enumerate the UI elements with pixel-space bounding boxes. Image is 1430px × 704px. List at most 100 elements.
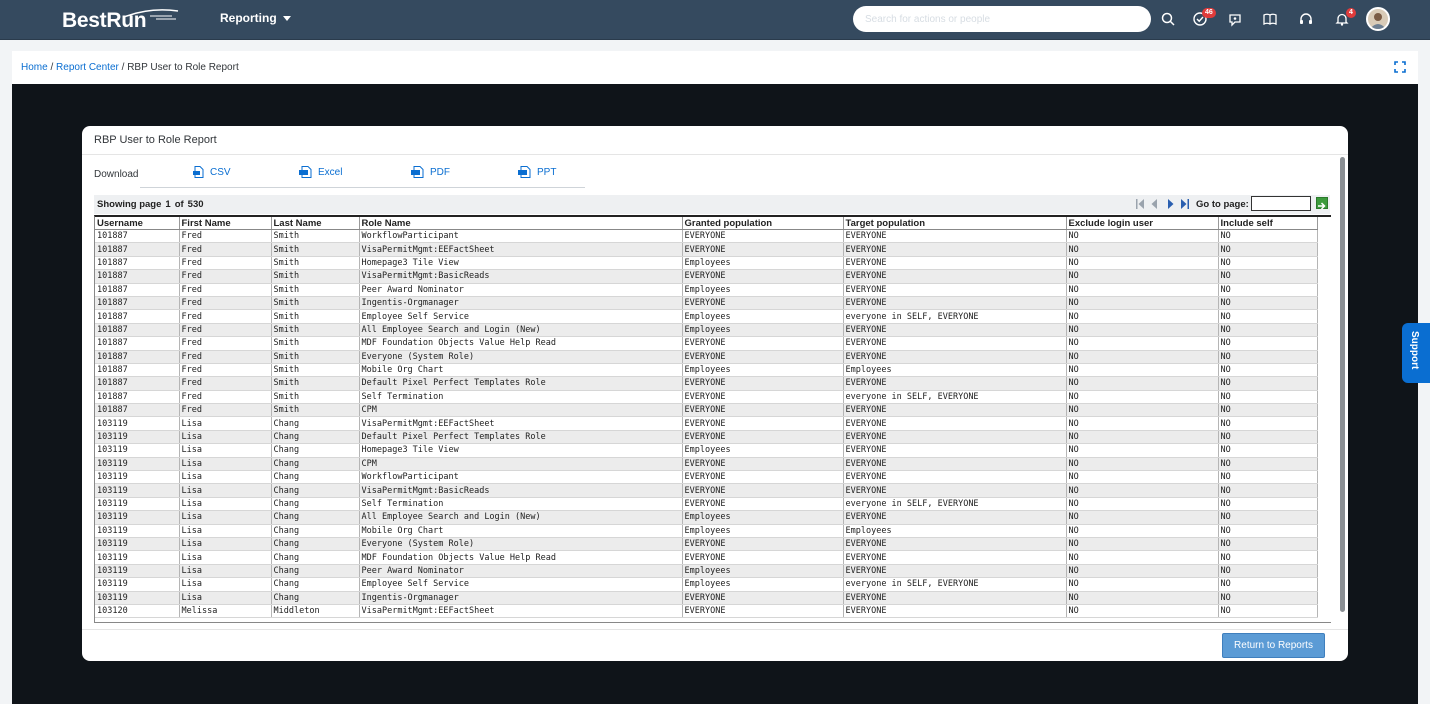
first-page-icon[interactable] bbox=[1136, 199, 1145, 209]
table-cell: EVERYONE bbox=[843, 604, 1067, 619]
table-row: 101887 Fred Smith WorkflowParticipant EVERYO… bbox=[95, 229, 1318, 244]
table-cell: Employees bbox=[682, 443, 844, 458]
table-cell: EVERYONE bbox=[682, 229, 844, 244]
column-header[interactable]: Include self bbox=[1218, 217, 1318, 230]
table-cell: Fred bbox=[179, 269, 272, 284]
go-to-page-button[interactable] bbox=[1316, 197, 1328, 210]
go-to-page-input[interactable] bbox=[1251, 196, 1311, 211]
table-cell: EVERYONE bbox=[843, 591, 1067, 605]
table-cell: Chang bbox=[271, 483, 360, 498]
download-ppt-link[interactable]: PPT bbox=[518, 166, 556, 178]
table-cell: NO bbox=[1066, 510, 1219, 525]
table-cell: MDF Foundation Objects Value Help Read bbox=[359, 550, 683, 565]
headset-icon[interactable] bbox=[1298, 11, 1314, 27]
table-cell: Employee Self Service bbox=[359, 309, 683, 324]
table-cell: NO bbox=[1066, 323, 1219, 338]
table-cell: Smith bbox=[271, 269, 360, 284]
next-page-icon[interactable] bbox=[1166, 199, 1175, 209]
table-cell: Smith bbox=[271, 256, 360, 271]
download-csv-link[interactable]: CSV bbox=[193, 166, 231, 178]
report-grid: Username First Name Last Name Role Name Gran… bbox=[95, 217, 1318, 619]
table-cell: Chang bbox=[271, 591, 360, 605]
breadcrumb-report-center-link[interactable]: Report Center bbox=[56, 62, 119, 73]
table-cell: Smith bbox=[271, 242, 360, 257]
table-cell: NO bbox=[1218, 376, 1318, 391]
table-cell: Fred bbox=[179, 363, 272, 378]
column-header[interactable]: First Name bbox=[179, 217, 272, 230]
table-cell: Smith bbox=[271, 376, 360, 391]
showing-label: Showing page bbox=[97, 199, 162, 210]
table-cell: Default Pixel Perfect Templates Role bbox=[359, 376, 683, 391]
support-tab[interactable]: Support bbox=[1402, 323, 1430, 383]
fullscreen-icon[interactable] bbox=[1394, 61, 1406, 73]
module-picker[interactable]: Reporting bbox=[220, 11, 291, 25]
table-cell: NO bbox=[1066, 269, 1219, 284]
table-cell: Chang bbox=[271, 537, 360, 552]
table-cell: EVERYONE bbox=[843, 443, 1067, 458]
table-cell: NO bbox=[1066, 550, 1219, 565]
table-cell: Fred bbox=[179, 350, 272, 364]
download-csv-label: CSV bbox=[210, 166, 231, 178]
column-header[interactable]: Role Name bbox=[359, 217, 683, 230]
shell-header: BestRun Reporting 46 4 bbox=[0, 0, 1430, 40]
table-cell: 101887 bbox=[95, 309, 180, 324]
table-cell: EVERYONE bbox=[843, 323, 1067, 338]
table-cell: EVERYONE bbox=[682, 390, 844, 405]
table-cell: Ingentis-Orgmanager bbox=[359, 591, 683, 605]
last-page-icon[interactable] bbox=[1180, 199, 1189, 209]
table-cell: EVERYONE bbox=[682, 242, 844, 257]
table-cell: EVERYONE bbox=[682, 457, 844, 472]
table-cell: 103119 bbox=[95, 524, 180, 538]
table-cell: Everyone (System Role) bbox=[359, 350, 683, 364]
table-cell: EVERYONE bbox=[682, 403, 844, 418]
table-cell: EVERYONE bbox=[682, 483, 844, 498]
ppt-file-icon bbox=[518, 166, 531, 178]
table-row: 101887 Fred Smith Default Pixel Perfect Tem… bbox=[95, 376, 1318, 391]
table-cell: NO bbox=[1066, 229, 1219, 244]
table-cell: Smith bbox=[271, 336, 360, 351]
table-cell: Melissa bbox=[179, 604, 272, 619]
column-header[interactable]: Target population bbox=[843, 217, 1067, 230]
table-cell: Fred bbox=[179, 256, 272, 271]
column-header[interactable]: Exclude login user bbox=[1066, 217, 1219, 230]
table-cell: Fred bbox=[179, 336, 272, 351]
table-cell: NO bbox=[1218, 510, 1318, 525]
table-cell: NO bbox=[1218, 269, 1318, 284]
global-search-input[interactable] bbox=[853, 6, 1151, 32]
user-avatar[interactable] bbox=[1366, 7, 1390, 31]
table-cell: Lisa bbox=[179, 550, 272, 565]
table-row: 103119 Lisa Chang Ingentis-Orgmanager EVERYO… bbox=[95, 591, 1318, 605]
book-icon[interactable] bbox=[1262, 11, 1278, 27]
table-cell: Employees bbox=[682, 256, 844, 271]
table-cell: NO bbox=[1066, 242, 1219, 257]
table-cell: EVERYONE bbox=[843, 430, 1067, 445]
return-to-reports-button[interactable]: Return to Reports bbox=[1222, 633, 1325, 658]
assistant-icon[interactable] bbox=[1227, 11, 1243, 27]
dialog-scrollbar[interactable] bbox=[1340, 154, 1346, 614]
table-row: 101887 Fred Smith CPM EVERYONE EVERYONE NO NO bbox=[95, 403, 1318, 418]
csv-file-icon bbox=[193, 166, 204, 178]
column-header[interactable]: Username bbox=[95, 217, 180, 230]
column-header[interactable]: Granted population bbox=[682, 217, 844, 230]
table-cell: 103119 bbox=[95, 470, 180, 485]
table-cell: Chang bbox=[271, 524, 360, 538]
breadcrumb-bar: Home / Report Center / RBP User to Role … bbox=[12, 51, 1418, 84]
company-logo[interactable]: Best Run bbox=[62, 7, 179, 33]
download-pdf-link[interactable]: PDF bbox=[411, 166, 450, 178]
previous-page-icon[interactable] bbox=[1150, 199, 1159, 209]
table-cell: 101887 bbox=[95, 229, 180, 244]
breadcrumb-home-link[interactable]: Home bbox=[21, 62, 48, 73]
table-row: 101887 Fred Smith MDF Foundation Objects Va… bbox=[95, 336, 1318, 351]
table-cell: Chang bbox=[271, 470, 360, 485]
column-header[interactable]: Last Name bbox=[271, 217, 360, 230]
search-icon[interactable] bbox=[1160, 11, 1176, 27]
table-cell: NO bbox=[1218, 537, 1318, 552]
download-excel-link[interactable]: Excel bbox=[299, 166, 342, 178]
table-cell: EVERYONE bbox=[843, 350, 1067, 364]
table-cell: EVERYONE bbox=[843, 242, 1067, 257]
table-cell: WorkflowParticipant bbox=[359, 470, 683, 485]
dialog-scrollbar-thumb[interactable] bbox=[1340, 157, 1345, 612]
table-cell: VisaPermitMgmt:EEFactSheet bbox=[359, 416, 683, 431]
table-cell: NO bbox=[1218, 256, 1318, 271]
table-cell: NO bbox=[1218, 350, 1318, 364]
